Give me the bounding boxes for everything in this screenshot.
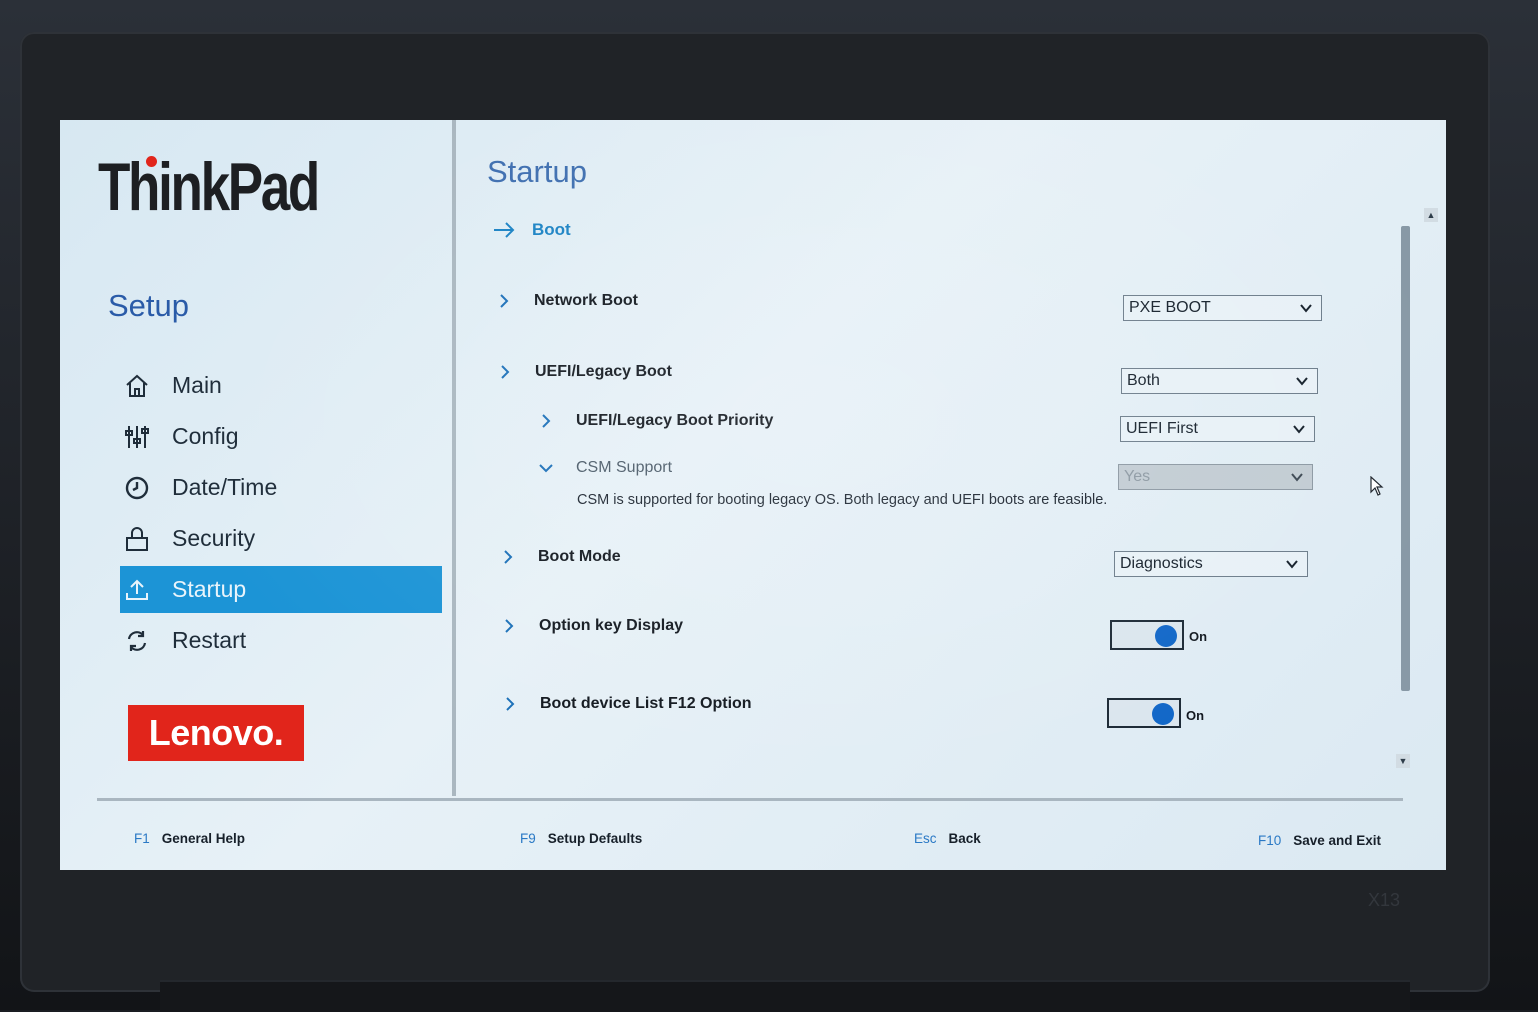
chevron-right-icon [500, 548, 518, 566]
chevron-right-icon [501, 617, 519, 635]
thinkpad-logo-dot [146, 156, 157, 167]
select-value: Yes [1124, 468, 1151, 485]
action-label: Back [948, 831, 981, 846]
setup-title: Setup [108, 288, 190, 323]
scrollbar[interactable]: ▲ ▼ [1396, 208, 1438, 768]
action-label: Setup Defaults [547, 831, 643, 846]
sidebar-item-label: Startup [172, 576, 247, 602]
footer-help[interactable]: F1 General Help [134, 831, 245, 846]
chevron-down-icon [1286, 560, 1298, 569]
chevron-down-icon [1296, 377, 1308, 386]
boot-device-list-toggle[interactable] [1107, 698, 1181, 728]
footer-save-exit[interactable]: F10 Save and Exit [1258, 833, 1381, 848]
chevron-down-icon [1300, 304, 1312, 313]
key-label: F9 [520, 831, 536, 846]
setting-uefi-legacy-priority[interactable]: UEFI/Legacy Boot Priority [538, 412, 773, 430]
setting-boot-device-list[interactable]: Boot device List F12 Option [502, 695, 752, 713]
sidebar-item-security[interactable]: Security [120, 513, 442, 564]
toggle-knob [1155, 625, 1177, 647]
setting-label: Boot device List F12 Option [540, 695, 752, 712]
sidebar-item-main[interactable]: Main [120, 360, 442, 411]
sidebar-item-restart[interactable]: Restart [120, 615, 442, 666]
chevron-right-icon [497, 363, 515, 381]
model-label: X13 [1368, 890, 1401, 910]
setting-label: Option key Display [539, 617, 684, 634]
setting-csm-support[interactable]: CSM Support [538, 459, 672, 477]
sidebar-nav: Main Config Date/Time Security Startup R… [120, 360, 442, 666]
setting-label: CSM Support [576, 459, 673, 476]
setting-option-key-display[interactable]: Option key Display [501, 617, 683, 635]
scroll-thumb[interactable] [1401, 226, 1410, 691]
scroll-down-icon[interactable]: ▼ [1396, 754, 1410, 768]
toggle-state: On [1189, 629, 1208, 644]
toggle-state: On [1186, 708, 1205, 723]
page-title: Startup [487, 154, 587, 189]
mouse-cursor-icon [1370, 476, 1384, 496]
footer-bar: F1 General Help F9 Setup Defaults Esc Ba… [97, 798, 1403, 870]
lock-icon [120, 522, 154, 556]
chevron-down-icon [538, 459, 556, 477]
arrow-right-icon [494, 222, 515, 238]
select-value: UEFI First [1126, 420, 1198, 437]
sidebar-item-label: Main [172, 372, 222, 398]
setting-label: UEFI/Legacy Boot Priority [576, 412, 774, 429]
key-label: Esc [914, 831, 937, 846]
footer-back[interactable]: Esc Back [914, 831, 981, 846]
uefi-priority-select[interactable]: UEFI First [1120, 416, 1315, 442]
csm-description: CSM is supported for booting legacy OS. … [577, 492, 1108, 508]
laptop-hinge [160, 980, 1410, 1012]
csm-support-select: Yes [1118, 464, 1313, 490]
network-boot-select[interactable]: PXE BOOT [1123, 295, 1322, 321]
chevron-down-icon [1293, 425, 1305, 434]
chevron-right-icon [502, 695, 520, 713]
sidebar-item-label: Restart [172, 627, 247, 653]
sidebar-item-config[interactable]: Config [120, 411, 442, 462]
chevron-right-icon [538, 412, 556, 430]
sidebar-item-startup[interactable]: Startup [120, 566, 442, 613]
setting-boot-mode[interactable]: Boot Mode [500, 548, 621, 566]
toggle-knob [1152, 703, 1174, 725]
restart-icon [120, 624, 154, 658]
bios-screen: ThinkPad Setup Main Config Date/Time Sec… [60, 120, 1446, 870]
sidebar: ThinkPad Setup Main Config Date/Time Sec… [60, 120, 456, 796]
main-panel: Startup Boot Network Boot PXE BOOT UEFI/… [456, 120, 1446, 796]
home-icon [120, 369, 154, 403]
lenovo-logo: Lenovo. [128, 705, 304, 761]
setting-uefi-legacy-boot[interactable]: UEFI/Legacy Boot [497, 363, 672, 381]
select-value: PXE BOOT [1129, 299, 1211, 316]
chevron-right-icon [496, 292, 514, 310]
breadcrumb[interactable]: Boot [492, 218, 571, 242]
uefi-legacy-boot-select[interactable]: Both [1121, 368, 1318, 394]
breadcrumb-label: Boot [532, 220, 571, 239]
chevron-down-icon [1291, 473, 1303, 482]
setting-network-boot[interactable]: Network Boot [496, 292, 638, 310]
setting-label: UEFI/Legacy Boot [535, 363, 672, 380]
clock-icon [120, 471, 154, 505]
action-label: Save and Exit [1293, 833, 1382, 848]
boot-mode-select[interactable]: Diagnostics [1114, 551, 1308, 577]
option-key-display-toggle[interactable] [1110, 620, 1184, 650]
setting-label: Boot Mode [538, 548, 621, 565]
upload-icon [120, 573, 154, 607]
select-value: Diagnostics [1120, 555, 1203, 572]
sidebar-item-label: Date/Time [172, 474, 278, 500]
footer-setup-defaults[interactable]: F9 Setup Defaults [520, 831, 642, 846]
sliders-icon [120, 420, 154, 454]
setting-label: Network Boot [534, 292, 638, 309]
scroll-up-icon[interactable]: ▲ [1424, 208, 1438, 222]
key-label: F1 [134, 831, 150, 846]
key-label: F10 [1258, 833, 1282, 848]
sidebar-item-label: Security [172, 525, 256, 551]
sidebar-item-label: Config [172, 423, 239, 449]
sidebar-item-datetime[interactable]: Date/Time [120, 462, 442, 513]
thinkpad-logo: ThinkPad [98, 149, 320, 225]
action-label: General Help [161, 831, 246, 846]
select-value: Both [1127, 372, 1160, 389]
